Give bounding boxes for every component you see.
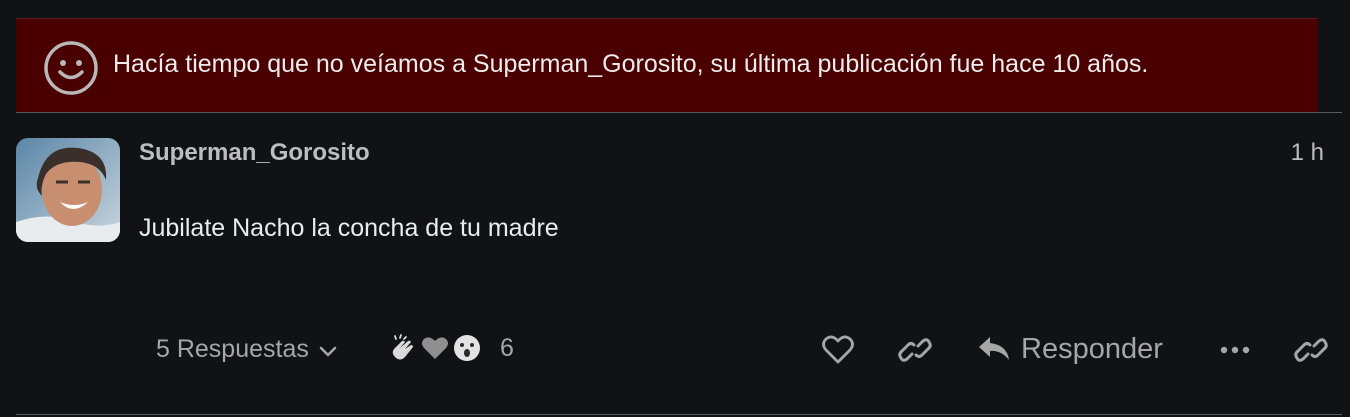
avatar[interactable] [16,138,120,242]
smiley-icon [44,41,98,95]
reply-arrow-icon [979,337,1009,360]
grey-heart-icon [422,337,448,359]
reply-button[interactable]: Responder [977,331,1163,367]
post-body: Jubilate Nacho la concha de tu madre [139,214,559,242]
more-options-icon[interactable] [1219,338,1251,362]
divider [16,414,1342,415]
reply-label: Responder [1021,332,1163,365]
clapping-hands-icon [392,334,413,360]
notice-text: Hacía tiempo que no veíamos a Superman_G… [113,50,1149,78]
post-username[interactable]: Superman_Gorosito [139,139,370,167]
copy-link-icon[interactable] [898,334,932,366]
welcome-back-notice: Hacía tiempo que no veíamos a Superman_G… [16,18,1318,112]
reactions-summary[interactable]: 6 [388,331,514,365]
chevron-down-icon [319,346,337,357]
divider [16,112,1342,113]
astonished-face-icon [454,335,480,361]
replies-label: 5 Respuestas [156,334,309,363]
post-timestamp[interactable]: 1 h [1291,139,1324,167]
reaction-count: 6 [500,333,514,362]
replies-toggle-button[interactable]: 5 Respuestas [156,333,339,365]
share-link-icon[interactable] [1294,334,1328,366]
like-heart-icon[interactable] [821,334,855,366]
